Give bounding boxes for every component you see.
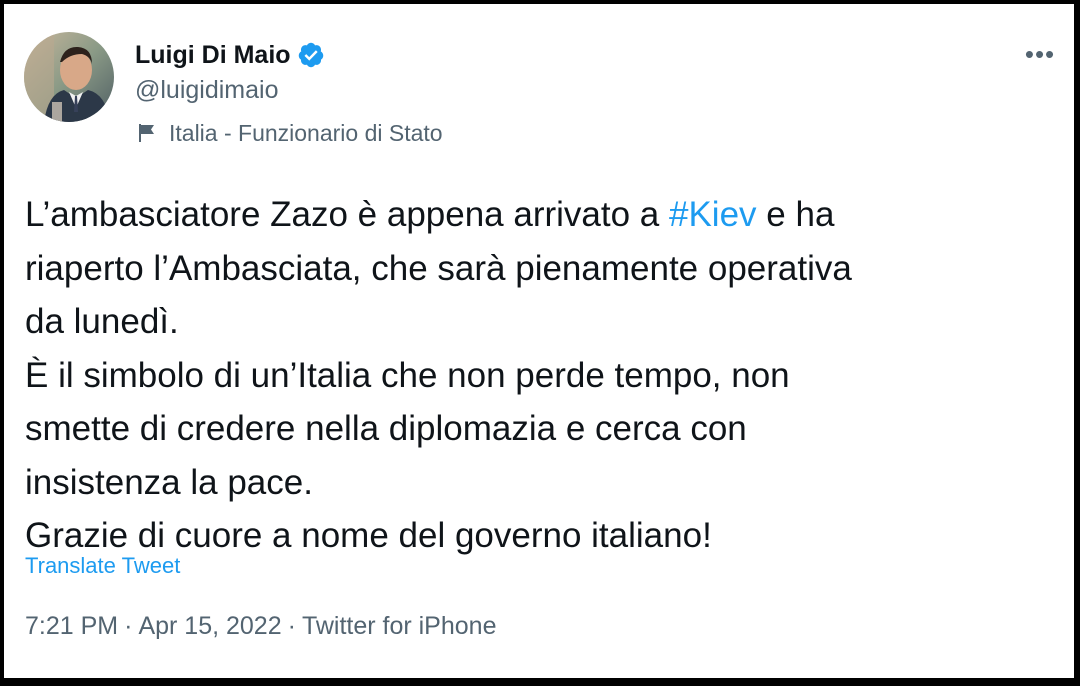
- tweet-text-line: insistenza la pace.: [25, 462, 313, 502]
- tweet-text: L’ambasciatore Zazo è appena arrivato a …: [25, 188, 1060, 563]
- tweet-date[interactable]: Apr 15, 2022: [138, 612, 281, 640]
- tweet-time[interactable]: 7:21 PM: [25, 612, 118, 640]
- translate-tweet-link[interactable]: Translate Tweet: [25, 553, 180, 579]
- affiliation-label-text: Italia - Funzionario di Stato: [169, 119, 443, 146]
- affiliation-label: Italia - Funzionario di Stato: [135, 117, 443, 149]
- tweet-text-line: da lunedì.: [25, 302, 179, 341]
- avatar[interactable]: [24, 32, 114, 122]
- hashtag-link[interactable]: #Kiev: [669, 195, 757, 234]
- tweet-text-line: L’ambasciatore Zazo è appena arrivato a …: [25, 188, 1060, 242]
- meta-separator: ·: [124, 612, 133, 640]
- tweet-card: Luigi Di Maio @luigidimaio Italia - Funz…: [4, 4, 1074, 678]
- tweet-text-line: riaperto l’Ambasciata, che sarà pienamen…: [25, 248, 852, 288]
- meta-separator: ·: [287, 612, 296, 640]
- author-display-name[interactable]: Luigi Di Maio: [135, 41, 291, 70]
- tweet-metadata: 7:21 PM · Apr 15, 2022 · Twitter for iPhone: [25, 612, 496, 641]
- tweet-text-line: È il simbolo di un’Italia che non perde …: [25, 355, 790, 395]
- avatar-photo: [24, 32, 114, 122]
- tweet-text-segment: L’ambasciatore Zazo è appena arrivato a: [25, 195, 669, 234]
- verified-badge-icon: [297, 41, 325, 69]
- tweet-text-segment: e ha: [756, 195, 835, 234]
- tweet-source[interactable]: Twitter for iPhone: [302, 612, 497, 640]
- more-options-button[interactable]: •••: [1016, 34, 1064, 74]
- author-name-row: Luigi Di Maio: [135, 37, 325, 73]
- more-horizontal-icon: •••: [1024, 39, 1056, 69]
- flag-icon: [135, 121, 159, 145]
- tweet-text-line: smette di credere nella diplomazia e cer…: [25, 409, 747, 448]
- author-handle[interactable]: @luigidimaio: [135, 76, 279, 105]
